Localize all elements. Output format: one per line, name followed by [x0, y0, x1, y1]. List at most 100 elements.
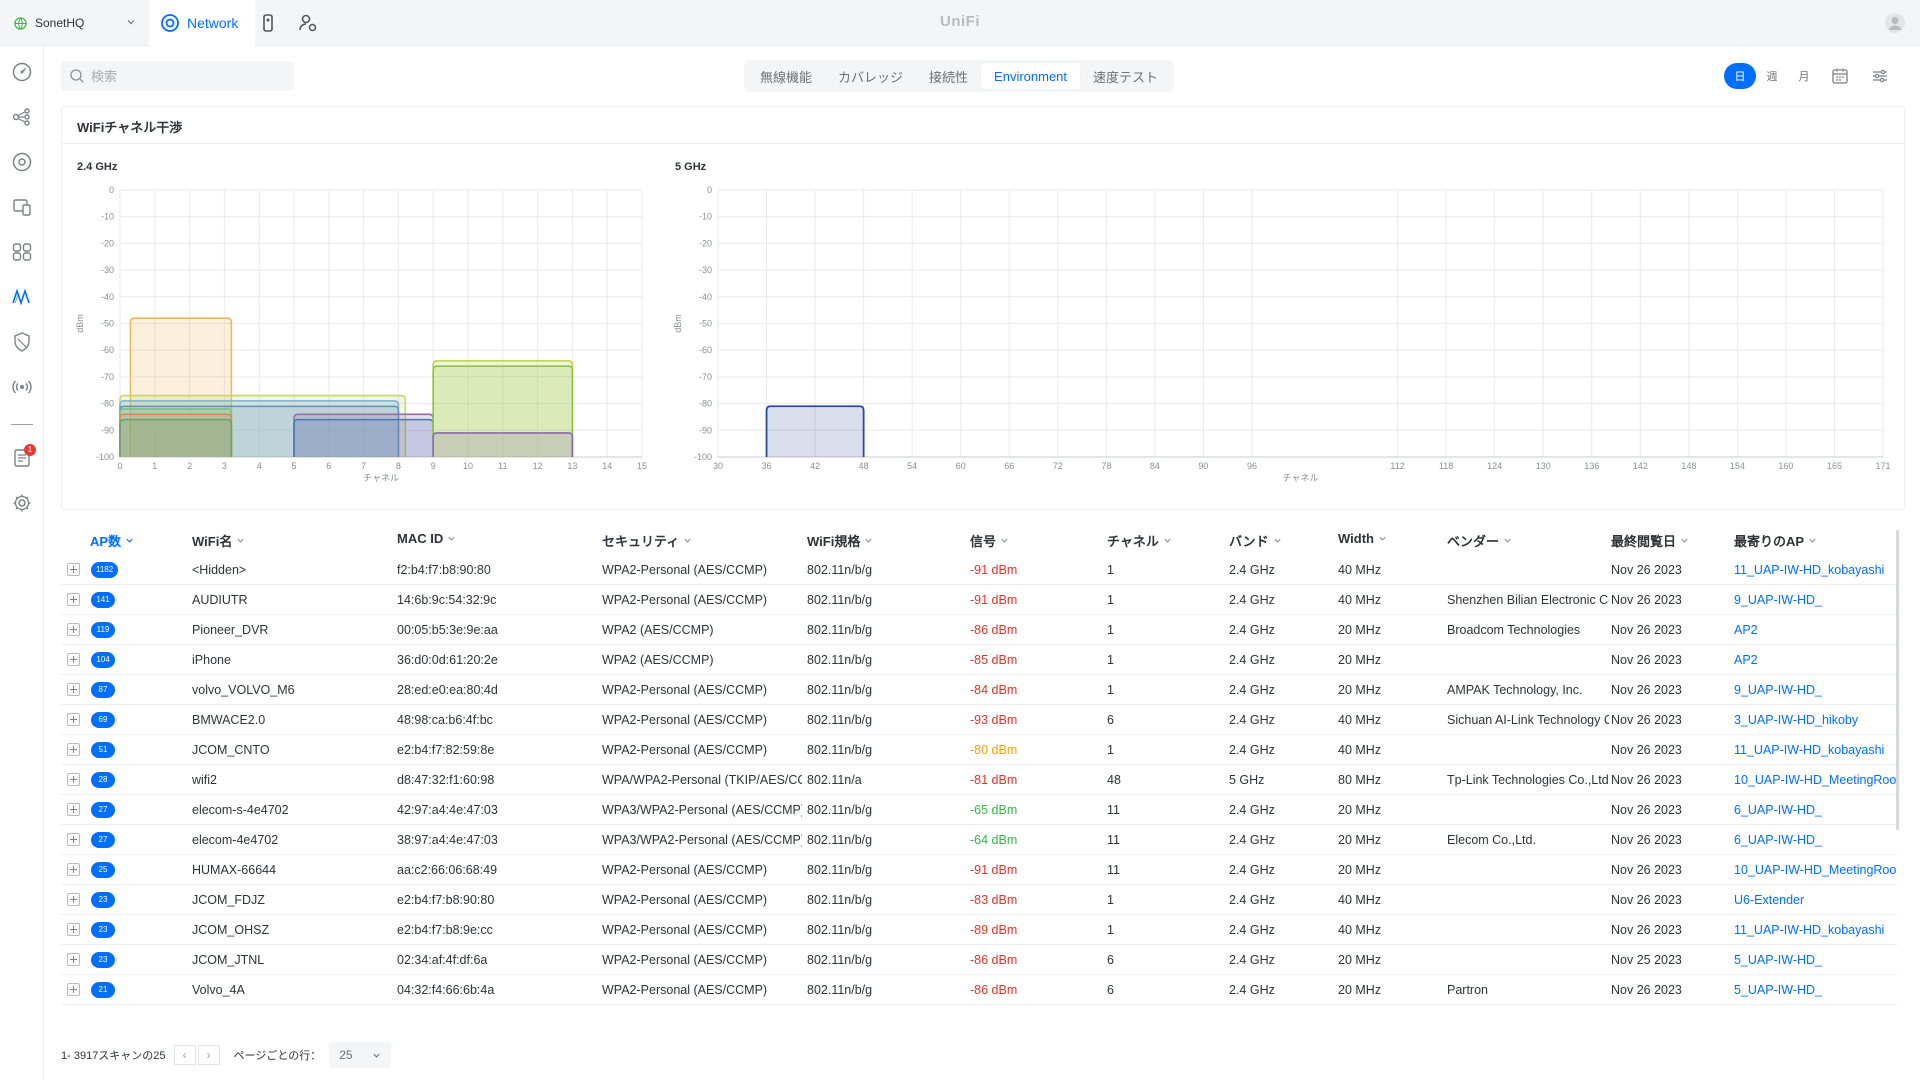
expand-row-button[interactable] — [67, 863, 80, 876]
table-scrollbar[interactable] — [1896, 530, 1899, 830]
expand-row-button[interactable] — [67, 773, 80, 786]
nearest-ap-link[interactable]: 3_UAP-IW-HD_hikoby — [1734, 713, 1897, 727]
settings-gear-icon[interactable] — [10, 491, 34, 515]
nearest-ap-link[interactable]: 9_UAP-IW-HD_ — [1734, 683, 1897, 697]
header-width[interactable]: Width — [1338, 531, 1387, 546]
y-tick-label: -40 — [101, 292, 114, 302]
nearest-ap-link[interactable]: 6_UAP-IW-HD_ — [1734, 803, 1897, 817]
y-axis-label: dBm — [75, 314, 85, 333]
client-devices-icon[interactable] — [10, 195, 34, 219]
expand-row-button[interactable] — [67, 593, 80, 606]
user-avatar-icon[interactable] — [1884, 12, 1906, 34]
table-row[interactable]: 141 AUDIUTR 14:6b:9c:54:32:9c WPA2-Personal… — [61, 585, 1897, 615]
network-app-tab[interactable]: Network — [149, 0, 255, 46]
expand-row-button[interactable] — [67, 683, 80, 696]
header-wifi-name[interactable]: WiFi名 — [192, 531, 245, 550]
table-row[interactable]: 21 Volvo_4A 04:32:f4:66:6b:4a WPA2-Personal… — [61, 975, 1897, 1005]
wifi-name-cell: iPhone — [192, 653, 231, 667]
header-ap-count[interactable]: AP数 — [90, 531, 134, 550]
table-row[interactable]: 104 iPhone 36:d0:0d:61:20:2e WPA2 (AES/CCMP… — [61, 645, 1897, 675]
table-row[interactable]: 27 elecom-4e4702 38:97:a4:4e:47:03 WPA3/WPA… — [61, 825, 1897, 855]
calendar-icon[interactable] — [1830, 66, 1850, 86]
header-channel[interactable]: チャネル — [1107, 531, 1172, 550]
radio-signal-icon[interactable] — [10, 375, 34, 399]
nearest-ap-link[interactable]: 6_UAP-IW-HD_ — [1734, 833, 1897, 847]
topology-icon[interactable] — [10, 105, 34, 129]
next-page-button[interactable]: › — [197, 1045, 220, 1065]
site-selector[interactable]: SonetHQ — [0, 0, 148, 46]
table-row[interactable]: 27 elecom-s-4e4702 42:97:a4:4e:47:03 WPA3/W… — [61, 795, 1897, 825]
table-row[interactable]: 23 JCOM_FDJZ e2:b4:f7:b8:90:80 WPA2-Persona… — [61, 885, 1897, 915]
expand-row-button[interactable] — [67, 983, 80, 996]
nearest-ap-link[interactable]: AP2 — [1734, 623, 1897, 637]
expand-row-button[interactable] — [67, 563, 80, 576]
nearest-ap-link[interactable]: 11_UAP-IW-HD_kobayashi — [1734, 923, 1897, 937]
expand-row-button[interactable] — [67, 713, 80, 726]
security-cell: WPA2-Personal (AES/CCMP) — [602, 563, 768, 577]
tab-speed-test[interactable]: 速度テスト — [1080, 63, 1171, 89]
nearest-ap-link[interactable]: 5_UAP-IW-HD_ — [1734, 953, 1897, 967]
time-month-button[interactable]: 月 — [1788, 63, 1820, 89]
expand-row-button[interactable] — [67, 953, 80, 966]
nearest-ap-link[interactable]: 5_UAP-IW-HD_ — [1734, 983, 1897, 997]
expand-row-button[interactable] — [67, 923, 80, 936]
protect-device-icon[interactable] — [257, 12, 279, 34]
chart-5ghz: 0 -10 -20 -30 -40 -50 -60 -70 -80 -90 -10030 36 42 48… — [673, 185, 1891, 483]
unifi-devices-icon[interactable] — [10, 150, 34, 174]
y-tick-label: 0 — [109, 185, 114, 195]
nearest-ap-link[interactable]: 10_UAP-IW-HD_MeetingRoom — [1734, 863, 1897, 877]
time-week-button[interactable]: 週 — [1756, 63, 1788, 89]
search-input[interactable] — [91, 68, 281, 84]
expand-row-button[interactable] — [67, 623, 80, 636]
width-cell: 20 MHz — [1338, 653, 1382, 667]
dashboard-icon[interactable] — [10, 60, 34, 84]
tab-wireless[interactable]: 無線機能 — [747, 63, 825, 89]
channel-cell: 1 — [1107, 893, 1114, 907]
table-row[interactable]: 25 HUMAX-66644 aa:c2:66:06:68:49 WPA2-Perso… — [61, 855, 1897, 885]
rows-per-page-select[interactable]: 25 — [329, 1042, 392, 1068]
tab-connectivity[interactable]: 接続性 — [916, 63, 981, 89]
user-settings-icon[interactable] — [297, 12, 319, 34]
nearest-ap-link[interactable]: 11_UAP-IW-HD_kobayashi — [1734, 563, 1897, 577]
header-nearest-ap[interactable]: 最寄りのAP — [1734, 531, 1817, 550]
signal-cell: -64 dBm — [970, 833, 1018, 847]
expand-row-button[interactable] — [67, 743, 80, 756]
time-day-button[interactable]: 日 — [1724, 63, 1756, 89]
header-security[interactable]: セキュリティ — [602, 531, 692, 550]
table-row[interactable]: 28 wifi2 d8:47:32:f1:60:98 WPA/WPA2-Persona… — [61, 765, 1897, 795]
nearest-ap-link[interactable]: 10_UAP-IW-HD_MeetingRoom — [1734, 773, 1897, 787]
table-row[interactable]: 69 BMWACE2.0 48:98:ca:b6:4f:bc WPA2-Persona… — [61, 705, 1897, 735]
table-row[interactable]: 1182 <Hidden> f2:b4:f7:b8:90:80 WPA2-Person… — [61, 555, 1897, 585]
expand-row-button[interactable] — [67, 803, 80, 816]
nearest-ap-link[interactable]: AP2 — [1734, 653, 1897, 667]
security-cell: WPA2-Personal (AES/CCMP) — [602, 923, 768, 937]
expand-row-button[interactable] — [67, 833, 80, 846]
header-band[interactable]: バンド — [1229, 531, 1282, 550]
prev-page-button[interactable]: ‹ — [173, 1045, 196, 1065]
x-tick-label: 54 — [907, 461, 917, 471]
signal-cell: -86 dBm — [970, 983, 1018, 997]
expand-row-button[interactable] — [67, 653, 80, 666]
nearest-ap-link[interactable]: 11_UAP-IW-HD_kobayashi — [1734, 743, 1897, 757]
insights-icon[interactable] — [10, 285, 34, 309]
y-tick-label: -50 — [101, 319, 114, 329]
tab-coverage[interactable]: カバレッジ — [825, 63, 916, 89]
search-box[interactable] — [61, 61, 294, 91]
table-row[interactable]: 87 volvo_VOLVO_M6 28:ed:e0:ea:80:4d WPA2-Pe… — [61, 675, 1897, 705]
header-signal[interactable]: 信号 — [970, 531, 1009, 550]
header-wifi-standard[interactable]: WiFi規格 — [807, 531, 873, 550]
header-last-seen[interactable]: 最終閲覧日 — [1611, 531, 1689, 550]
table-row[interactable]: 23 JCOM_OHSZ e2:b4:f7:b8:9e:cc WPA2-Persona… — [61, 915, 1897, 945]
filter-settings-icon[interactable] — [1870, 66, 1890, 86]
tab-environment[interactable]: Environment — [981, 63, 1081, 89]
nearest-ap-link[interactable]: 9_UAP-IW-HD_ — [1734, 593, 1897, 607]
expand-row-button[interactable] — [67, 893, 80, 906]
table-row[interactable]: 51 JCOM_CNTO e2:b4:f7:82:59:8e WPA2-Persona… — [61, 735, 1897, 765]
nearest-ap-link[interactable]: U6-Extender — [1734, 893, 1897, 907]
header-vendor[interactable]: ベンダー — [1447, 531, 1512, 550]
table-row[interactable]: 23 JCOM_JTNL 02:34:af:4f:df:6a WPA2-Persona… — [61, 945, 1897, 975]
ports-icon[interactable] — [10, 240, 34, 264]
header-mac-id[interactable]: MAC ID — [397, 531, 456, 546]
security-shield-icon[interactable] — [10, 330, 34, 354]
table-row[interactable]: 119 Pioneer_DVR 00:05:b5:3e:9e:aa WPA2 (AES… — [61, 615, 1897, 645]
